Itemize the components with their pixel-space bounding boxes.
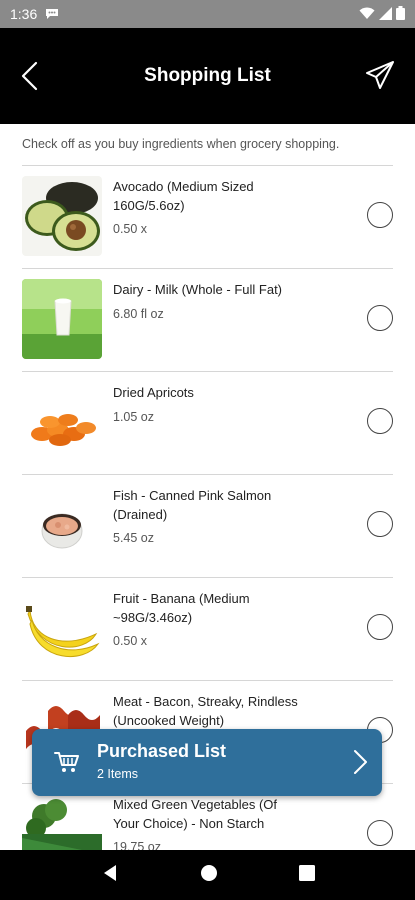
nav-home-button[interactable] [200,864,218,886]
apricots-image [22,382,102,462]
avocado-image [22,176,102,256]
purchased-list-title: Purchased List [97,741,227,761]
page-title: Shopping List [144,65,271,86]
list-item[interactable]: Avocado (Medium Sized 160G/5.6oz) 0.50 x [22,166,393,269]
nav-home-icon [200,865,217,881]
chat-notification-icon [45,8,59,20]
nav-recents-button[interactable] [298,865,315,885]
battery-icon [396,5,405,24]
nav-recents-icon [298,865,315,881]
item-name: Dairy - Milk (Whole - Full Fat) [113,282,283,297]
purchased-checkbox[interactable] [367,202,393,228]
send-icon [366,61,394,89]
purchased-checkbox[interactable] [367,305,393,331]
salmon-image [22,485,102,565]
item-name: Dried Apricots [113,385,194,400]
item-name: Avocado (Medium Sized 160G/5.6oz) [113,179,254,213]
item-name: Fish - Canned Pink Salmon (Drained) [113,488,272,522]
app-header: Shopping List [0,28,415,124]
nav-back-icon [103,865,116,881]
nav-back-button[interactable] [101,864,119,886]
back-arrow-icon [21,61,38,91]
greens-image [22,794,102,850]
list-item[interactable]: Dried Apricots 1.05 oz [22,372,393,475]
item-quantity: 0.50 x [113,634,148,648]
list-item[interactable]: Dairy - Milk (Whole - Full Fat) 6.80 fl … [22,269,393,372]
item-name: Meat - Bacon, Streaky, Rindless (Uncooke… [113,694,298,728]
item-quantity: 0.50 x [113,222,148,236]
signal-icon [379,5,392,24]
item-quantity: 19.75 oz [113,840,161,850]
status-time: 1:36 [10,6,38,22]
item-name: Fruit - Banana (Medium ~98G/3.46oz) [113,591,250,625]
banana-image [22,588,102,668]
navigation-bar [0,850,415,900]
list-item[interactable]: Fish - Canned Pink Salmon (Drained) 5.45… [22,475,393,578]
item-quantity: 6.80 fl oz [113,307,164,321]
purchased-checkbox[interactable] [367,820,393,846]
instructions-text: Check off as you buy ingredients when gr… [22,137,340,151]
purchased-checkbox[interactable] [367,511,393,537]
purchased-list-count: 2 Items [97,767,138,781]
item-quantity: 5.45 oz [113,531,155,545]
purchased-checkbox[interactable] [367,614,393,640]
milk-image [22,279,102,359]
chevron-right-icon [350,749,370,775]
item-quantity: 1.05 oz [113,410,155,424]
wifi-icon [359,5,375,24]
status-bar: 1:36 [0,0,415,28]
list-item[interactable]: Fruit - Banana (Medium ~98G/3.46oz) 0.50… [22,578,393,681]
cart-icon [54,749,80,775]
back-button[interactable] [14,60,44,92]
purchased-checkbox[interactable] [367,408,393,434]
share-button[interactable] [363,58,397,92]
purchased-list-button[interactable]: Purchased List 2 Items [32,729,382,796]
item-name: Mixed Green Vegetables (Of Your Choice) … [113,797,278,831]
